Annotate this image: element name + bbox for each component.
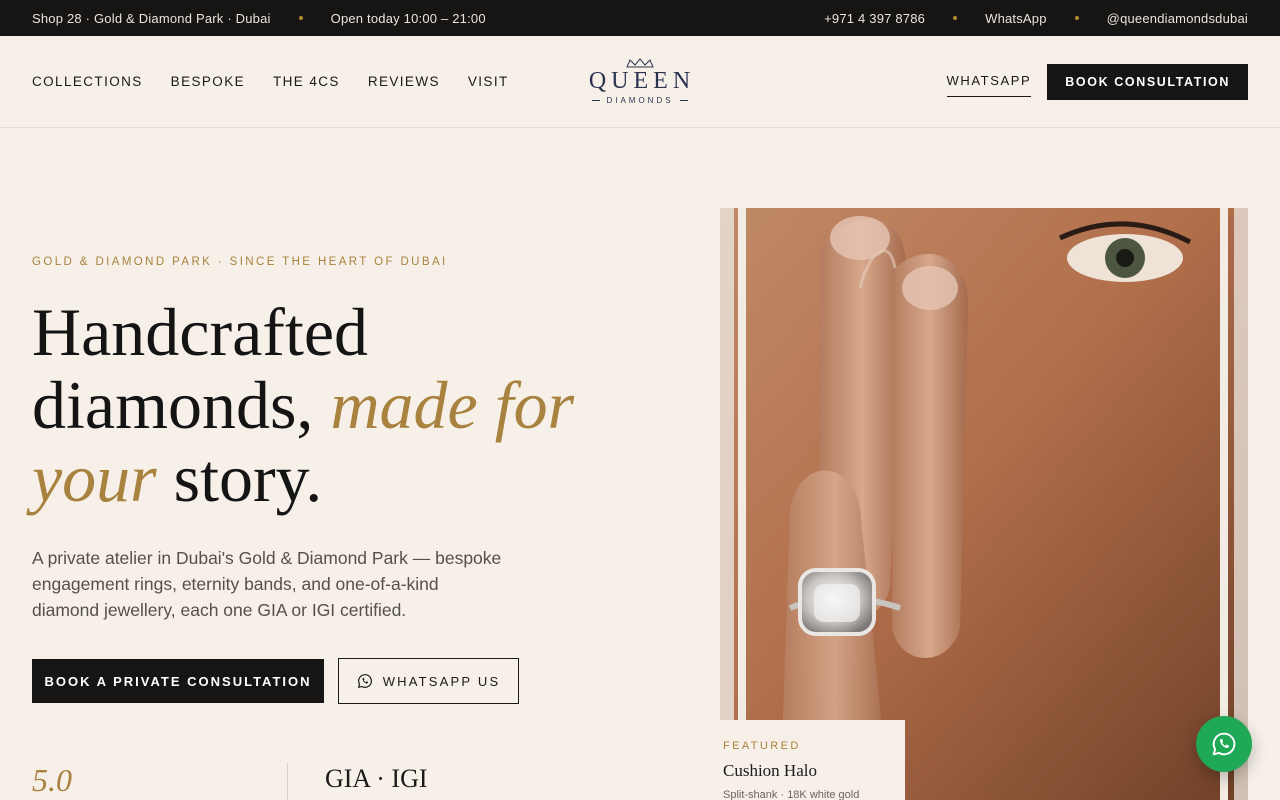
headline-part-1: Handcrafted (32, 294, 369, 370)
separator-dot (298, 16, 303, 20)
header-actions: WHATSAPP BOOK CONSULTATION (946, 64, 1248, 100)
topbar-right: +971 4 397 8786 WhatsApp @queendiamondsd… (824, 11, 1248, 26)
main-nav: COLLECTIONS BESPOKE THE 4CS REVIEWS VISI… (32, 74, 509, 89)
hero-cta-row: BOOK A PRIVATE CONSULTATION WHATSAPP US (32, 658, 519, 704)
hero-description: A private atelier in Dubai's Gold & Diam… (32, 548, 502, 620)
whatsapp-us-label: WHATSAPP US (382, 673, 501, 689)
phone-link[interactable]: +971 4 397 8786 (824, 11, 925, 26)
featured-label: FEATURED (723, 740, 801, 752)
hero-photo-ring-on-hand (720, 208, 1248, 800)
whatsapp-us-button[interactable]: WHATSAPP US (338, 658, 519, 704)
nav-visit[interactable]: VISIT (468, 74, 509, 89)
nav-4cs[interactable]: THE 4CS (273, 74, 340, 89)
logo-subtitle: DIAMONDS (584, 96, 696, 105)
featured-name: Cushion Halo (723, 761, 817, 780)
featured-description: Split-shank · 18K white gold (723, 789, 860, 800)
headline-part-2: diamonds, (32, 367, 331, 443)
certification-stat: GIA · IGI (325, 764, 428, 793)
book-private-consultation-button[interactable]: BOOK A PRIVATE CONSULTATION (32, 659, 324, 703)
headline-accent-1: made for (330, 367, 575, 443)
store-address: Shop 28 · Gold & Diamond Park · Dubai (32, 10, 271, 26)
separator-dot (953, 16, 958, 20)
rating-stat: 5.0 (32, 762, 72, 798)
logo[interactable]: QUEEN DIAMONDS (584, 58, 696, 105)
headline-part-3: story. (156, 440, 323, 516)
instagram-link[interactable]: @queendiamondsdubai (1107, 11, 1248, 26)
whatsapp-icon (357, 674, 372, 688)
logo-subtitle-text: DIAMONDS (606, 96, 674, 105)
book-consultation-button[interactable]: BOOK CONSULTATION (1047, 64, 1248, 100)
logo-wordmark: QUEEN (588, 68, 696, 94)
separator-dot (1074, 16, 1079, 20)
hero-photo-illustration (720, 208, 1248, 800)
topbar-left: Shop 28 · Gold & Diamond Park · Dubai Op… (32, 11, 486, 26)
nav-bespoke[interactable]: BESPOKE (171, 74, 245, 89)
whatsapp-floating-button[interactable] (1196, 716, 1252, 772)
headline-accent-2: your (32, 440, 157, 516)
featured-card[interactable]: FEATURED Cushion Halo Split-shank · 18K … (720, 720, 905, 800)
hero-headline: Handcrafted diamonds, made for your stor… (32, 296, 592, 515)
nav-collections[interactable]: COLLECTIONS (32, 74, 143, 89)
whatsapp-icon (1212, 732, 1236, 756)
hero-eyebrow: GOLD & DIAMOND PARK · SINCE THE HEART OF… (32, 256, 448, 268)
site-header: COLLECTIONS BESPOKE THE 4CS REVIEWS VISI… (0, 36, 1280, 128)
header-whatsapp-link[interactable]: WHATSAPP (946, 73, 1032, 97)
opening-hours: Open today 10:00 – 21:00 (330, 10, 486, 26)
crown-icon (626, 58, 654, 68)
stat-divider (287, 763, 288, 800)
nav-reviews[interactable]: REVIEWS (368, 74, 440, 89)
top-info-bar: Shop 28 · Gold & Diamond Park · Dubai Op… (0, 0, 1280, 36)
topbar-whatsapp-link[interactable]: WhatsApp (985, 11, 1047, 26)
